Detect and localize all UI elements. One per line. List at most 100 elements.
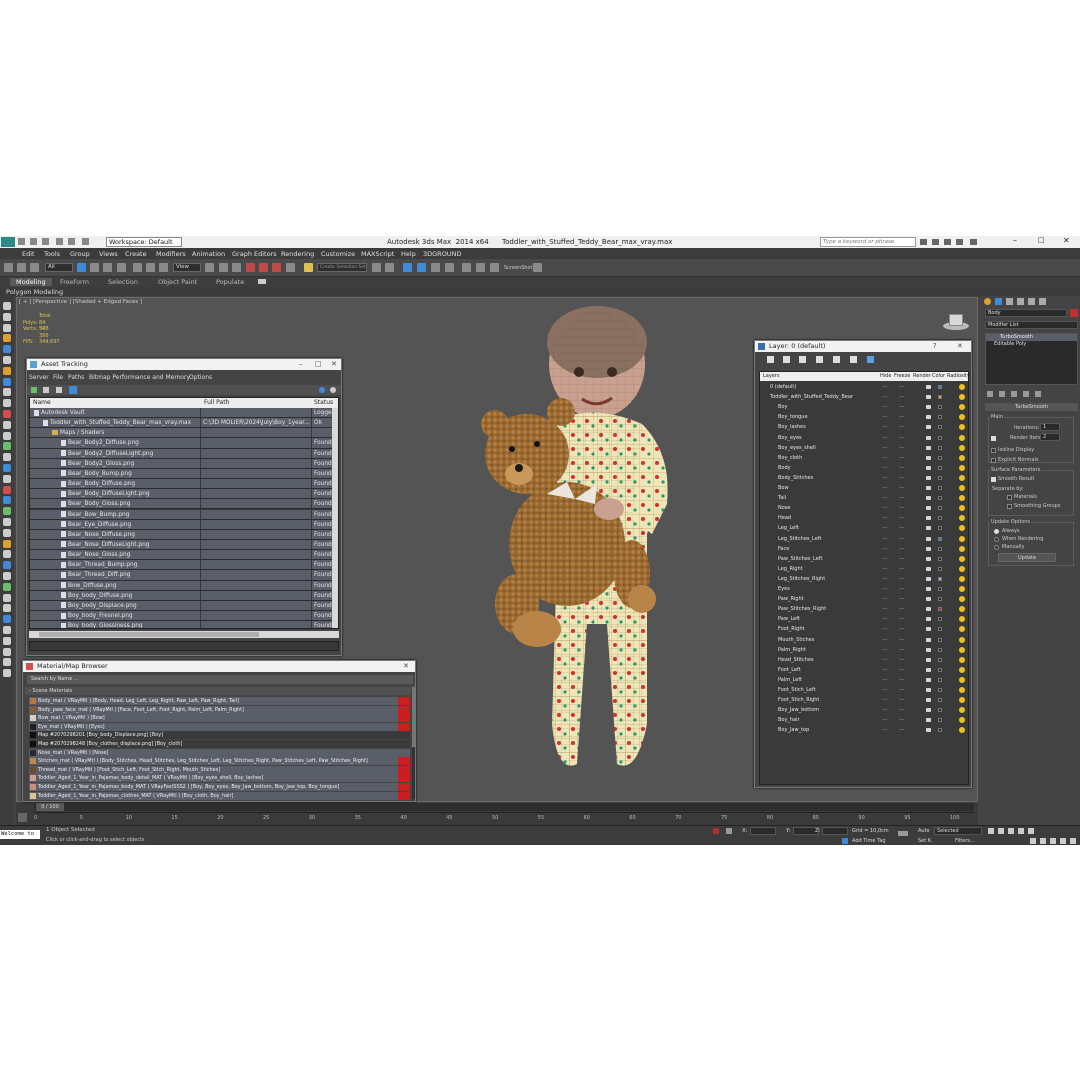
track-bar[interactable]: 0 5 10 15 20 25 30 35 40 45 50 55 60 65 70 75 80 85 90 95 10…: [34, 812, 974, 824]
material-row[interactable]: Eye_mat ( VRayMtl ) [Eyes]: [29, 722, 410, 731]
layer-freeze-toggle[interactable]: ---: [899, 523, 904, 533]
layer-freeze-toggle[interactable]: ---: [899, 685, 904, 695]
project-folder-icon[interactable]: [82, 238, 89, 245]
layer-row[interactable]: Foot_Right --- ---: [760, 624, 965, 634]
left-toolbar-tool-icon[interactable]: [3, 464, 11, 472]
graphite-toggle-icon[interactable]: [431, 263, 440, 272]
layer-color-swatch[interactable]: [938, 455, 942, 460]
asset-name-cell[interactable]: Bear_Eye_Diffuse.png: [30, 519, 200, 529]
stack-item-editable-poly[interactable]: Editable Poly: [986, 341, 1077, 348]
render-teapot-icon[interactable]: [926, 627, 931, 632]
left-toolbar-tool-icon[interactable]: [3, 431, 11, 440]
render-teapot-icon[interactable]: [926, 597, 931, 602]
isoline-checkbox[interactable]: [991, 448, 996, 453]
layer-hide-toggle[interactable]: ---: [882, 473, 887, 483]
left-toolbar-tool-icon[interactable]: [3, 453, 11, 462]
asset-name-cell[interactable]: Bear_Thread_Bump.png: [30, 560, 200, 570]
set-key-button[interactable]: Set K.: [918, 838, 933, 844]
layer-row[interactable]: Paw_Right --- ---: [760, 594, 965, 604]
key-filters-button[interactable]: Filters...: [955, 838, 975, 844]
radiosity-sun-icon[interactable]: [959, 404, 965, 411]
tab-populate[interactable]: Populate: [216, 278, 244, 286]
render-teapot-icon[interactable]: [926, 405, 931, 410]
asset-path-cell[interactable]: C:\3D MOLIER\2024\July\Boy_1year...: [201, 418, 311, 428]
col-hide[interactable]: Hide: [880, 372, 891, 381]
selection-filter-dropdown[interactable]: All: [45, 263, 73, 272]
undo-icon[interactable]: [56, 238, 63, 245]
render-teapot-icon[interactable]: [926, 576, 931, 581]
layer-hide-toggle[interactable]: ---: [882, 534, 887, 544]
radiosity-sun-icon[interactable]: [959, 717, 965, 724]
material-row[interactable]: Toddler_Aged_1_Year_in_Pajamas_body_MAT …: [29, 783, 410, 791]
left-toolbar-tool-icon[interactable]: [3, 334, 11, 343]
materials-checkbox[interactable]: [1007, 495, 1012, 500]
layer-color-swatch[interactable]: [938, 516, 942, 521]
key-icon[interactable]: [898, 831, 908, 836]
render-teapot-icon[interactable]: [926, 637, 931, 642]
layer-name[interactable]: Boy_Jaw_bottom: [778, 705, 819, 715]
render-teapot-icon[interactable]: [926, 708, 931, 713]
layer-hide-toggle[interactable]: ---: [882, 544, 887, 554]
asset-name-cell[interactable]: Bow_Diffuse.png: [30, 580, 200, 590]
tab-object-paint[interactable]: Object Paint: [158, 278, 197, 286]
menu-create[interactable]: Create: [125, 250, 147, 258]
material-row[interactable]: Toddler_Aged_1_Year_in_Pajamas_body_deta…: [29, 774, 410, 783]
highlight-selected-icon[interactable]: [833, 356, 840, 363]
layer-row[interactable]: Boy_tongue --- ---: [760, 412, 965, 422]
subscription-icon[interactable]: [932, 239, 939, 245]
turbosmooth-rollout-header[interactable]: TurboSmooth: [985, 403, 1078, 411]
render-setup-icon[interactable]: [476, 263, 485, 272]
close-button[interactable]: ✕: [1063, 236, 1070, 245]
asset-vertical-scrollbar[interactable]: [332, 408, 338, 628]
pin-stack-icon[interactable]: [987, 391, 993, 397]
layer-name[interactable]: Palm_Left: [778, 675, 802, 685]
redo-icon[interactable]: [68, 238, 75, 245]
radiosity-sun-icon[interactable]: [959, 535, 965, 542]
select-object-icon[interactable]: [77, 263, 86, 272]
material-browser-close-button[interactable]: ✕: [403, 661, 409, 672]
layer-hide-toggle[interactable]: ---: [882, 604, 887, 614]
column-status[interactable]: Status: [314, 399, 333, 406]
render-teapot-icon[interactable]: [926, 435, 931, 440]
reference-coordinate-dropdown[interactable]: View: [173, 263, 201, 272]
asset-name-cell[interactable]: Bear_Body2_DiffuseLight.png: [30, 448, 200, 458]
radiosity-sun-icon[interactable]: [959, 565, 965, 572]
layer-row[interactable]: Tail --- ---: [760, 493, 965, 503]
snaps-toggle-icon[interactable]: [246, 263, 255, 272]
app-logo-icon[interactable]: [1, 237, 15, 247]
play-icon[interactable]: [1008, 828, 1014, 834]
layer-freeze-toggle[interactable]: ---: [899, 645, 904, 655]
layer-hide-toggle[interactable]: ---: [882, 493, 887, 503]
screenshot-label[interactable]: ScreenShot: [504, 265, 533, 271]
layer-row[interactable]: Bow --- ---: [760, 483, 965, 493]
layer-freeze-toggle[interactable]: ---: [899, 725, 904, 735]
asset-name-cell[interactable]: Bear_Bow_Bump.png: [30, 509, 200, 519]
z-coordinate-field[interactable]: [822, 827, 848, 835]
asset-row[interactable]: Bear_Thread_Diff.png Found: [30, 570, 338, 581]
asset-name-cell[interactable]: Bear_Nose_Gloss.png: [30, 550, 200, 560]
tab-selection[interactable]: Selection: [108, 278, 138, 286]
layer-row[interactable]: Mouth_Stiches --- ---: [760, 635, 965, 645]
object-name-field[interactable]: Body: [985, 309, 1067, 317]
display-tab-icon[interactable]: [1028, 298, 1035, 305]
asset-row[interactable]: Bear_Body2_Diffuse.png Found: [30, 438, 338, 449]
asset-path-cell[interactable]: [201, 458, 311, 468]
zoom-all-icon[interactable]: [1040, 838, 1046, 844]
layer-row[interactable]: Palm_Left --- ---: [760, 675, 965, 685]
at-menu-server[interactable]: Server: [29, 374, 49, 381]
left-toolbar-tool-icon[interactable]: [3, 582, 11, 591]
radiosity-sun-icon[interactable]: [959, 434, 965, 441]
render-teapot-icon[interactable]: [926, 526, 931, 531]
layer-name[interactable]: Foot_Right: [778, 624, 804, 634]
motion-tab-icon[interactable]: [1017, 298, 1024, 305]
material-row[interactable]: Thread_mat ( VRayMtl ) [Foot_Stich_Left,…: [29, 765, 410, 774]
layer-hide-toggle[interactable]: ---: [882, 705, 887, 715]
layer-freeze-toggle[interactable]: ---: [899, 675, 904, 685]
next-frame-icon[interactable]: [1018, 828, 1024, 834]
asset-row[interactable]: Bear_Body_Bump.png Found: [30, 468, 338, 480]
render-teapot-icon[interactable]: [926, 698, 931, 703]
percent-snap-icon[interactable]: [272, 263, 281, 272]
asset-row[interactable]: Bear_Nose_DiffuseLight.png Found: [30, 539, 338, 551]
spinner-snap-icon[interactable]: [286, 263, 295, 272]
layer-name[interactable]: Leg_Stitches_Right: [778, 574, 825, 584]
